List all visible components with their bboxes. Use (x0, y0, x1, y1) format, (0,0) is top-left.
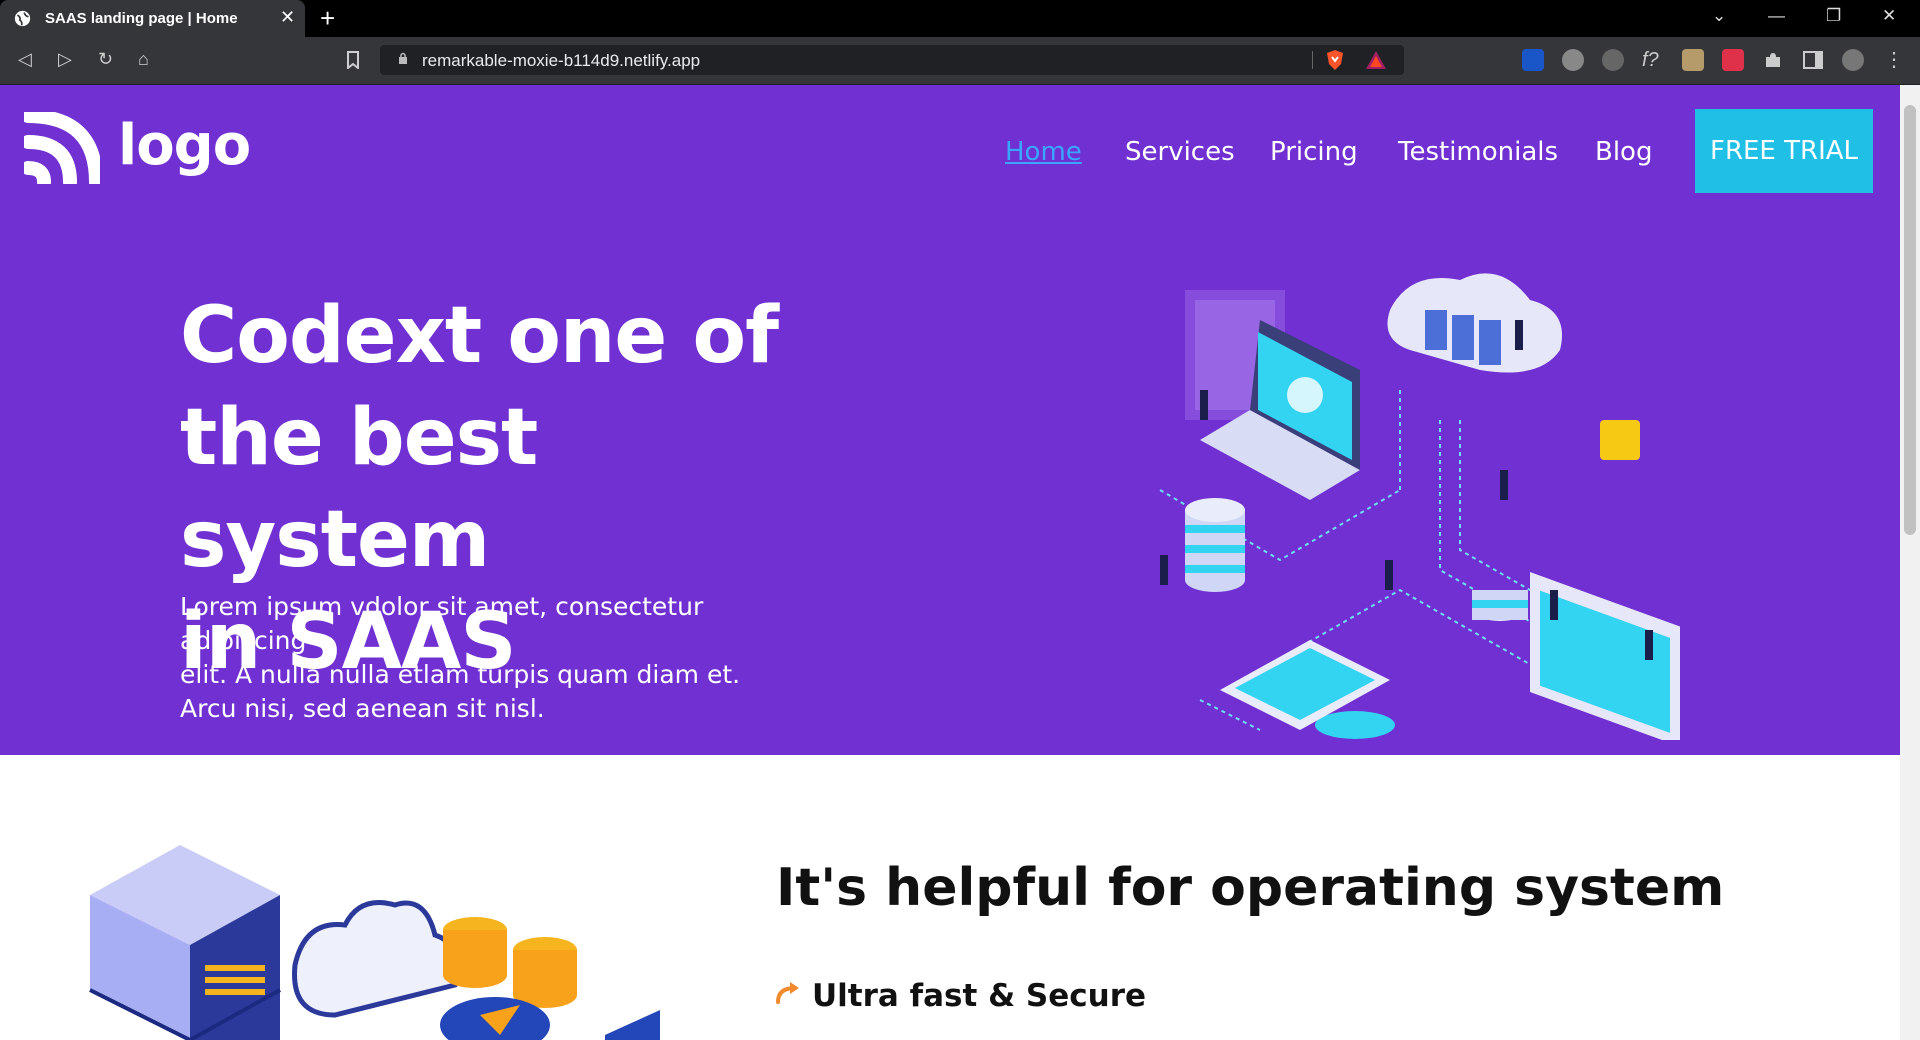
hero-title-line: the best system (180, 393, 538, 585)
browser-tab[interactable]: SAAS landing page | Home ✕ (0, 0, 305, 37)
browser-tab-bar: SAAS landing page | Home ✕ + ⌄ — ❐ ✕ (0, 0, 1920, 37)
nav-link-home[interactable]: Home (1005, 137, 1082, 167)
forward-icon[interactable]: ▷ (58, 49, 72, 70)
hero-title-line: Codext one of (180, 291, 779, 381)
hero-section: logo Home Services Pricing Testimonials … (0, 85, 1900, 755)
menu-icon[interactable]: ⋮ (1884, 47, 1904, 72)
extension-icon-1[interactable] (1522, 49, 1544, 71)
globe-icon (14, 10, 31, 27)
bookmark-icon[interactable] (346, 51, 360, 69)
nav-link-services[interactable]: Services (1125, 137, 1235, 167)
nav-link-testimonials[interactable]: Testimonials (1398, 137, 1558, 167)
page-scrollbar[interactable] (1900, 85, 1920, 1040)
pocket-icon[interactable] (1722, 49, 1744, 71)
cloud-network-illustration (1159, 273, 1680, 740)
minimize-button[interactable]: — (1768, 6, 1785, 26)
browser-toolbar: ◁ ▷ ↻ ⌂ remarkable-moxie-b114d9.netlify.… (0, 37, 1920, 85)
extension-icon-3[interactable] (1602, 49, 1624, 71)
profile-avatar[interactable] (1842, 49, 1864, 71)
hero-subtitle: Lorem ipsum vdolor sit amet, consectetur… (180, 590, 820, 726)
tab-title: SAAS landing page | Home (45, 10, 238, 27)
address-bar[interactable]: remarkable-moxie-b114d9.netlify.app (380, 45, 1404, 75)
scrollbar-thumb[interactable] (1904, 105, 1916, 535)
back-icon[interactable]: ◁ (18, 49, 32, 70)
section-title: It's helpful for operating system (776, 858, 1725, 918)
font-extension-icon[interactable]: f? (1642, 49, 1664, 71)
hero-subtitle-line: Lorem ipsum vdolor sit amet, consectetur… (180, 592, 704, 655)
url-text: remarkable-moxie-b114d9.netlify.app (422, 51, 701, 70)
logo-rss-icon[interactable] (24, 112, 100, 184)
extension-icon-5[interactable] (1682, 49, 1704, 71)
omnibox-divider (1312, 51, 1313, 69)
close-window-button[interactable]: ✕ (1882, 6, 1896, 26)
server-cloud-illustration (89, 845, 660, 1040)
curved-arrow-icon (776, 982, 799, 1004)
extension-icon-2[interactable] (1562, 49, 1584, 71)
lock-icon (399, 52, 407, 64)
home-icon[interactable]: ⌂ (138, 49, 149, 70)
feature-item-label: Ultra fast & Secure (812, 978, 1147, 1014)
brave-rewards-icon[interactable] (1365, 50, 1387, 70)
restore-button[interactable]: ❐ (1826, 6, 1841, 26)
free-trial-button[interactable]: FREE TRIAL (1695, 109, 1873, 193)
logo-text[interactable]: logo (118, 113, 251, 178)
extensions-puzzle-icon[interactable] (1762, 49, 1784, 71)
tab-search-icon[interactable]: ⌄ (1712, 6, 1726, 26)
nav-link-pricing[interactable]: Pricing (1270, 137, 1358, 167)
reload-icon[interactable]: ↻ (98, 49, 113, 70)
hero-subtitle-line: Arcu nisi, sed aenean sit nisl. (180, 694, 545, 723)
nav-link-blog[interactable]: Blog (1595, 137, 1652, 167)
new-tab-button[interactable]: + (320, 3, 335, 34)
brave-shield-icon[interactable] (1325, 49, 1345, 71)
hero-subtitle-line: elit. A nulla nulla etlam turpis quam di… (180, 660, 741, 689)
tab-close-icon[interactable]: ✕ (280, 7, 295, 28)
sidebar-icon[interactable] (1802, 49, 1824, 71)
